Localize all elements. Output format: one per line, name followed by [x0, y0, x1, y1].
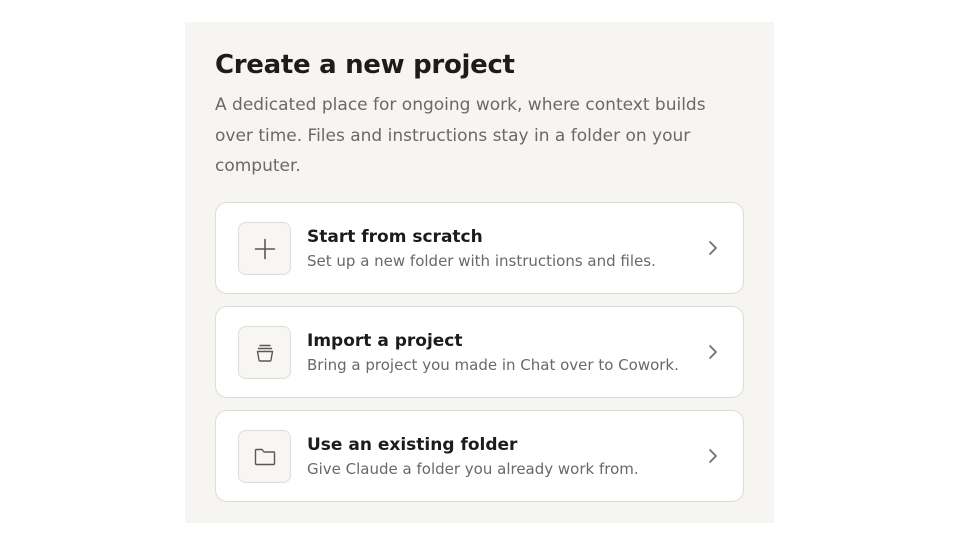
- start-from-scratch-option[interactable]: Start from scratch Set up a new folder w…: [215, 202, 744, 294]
- option-icon-container: [238, 326, 291, 379]
- dialog-title: Create a new project: [215, 50, 515, 80]
- option-title: Use an existing folder: [307, 435, 518, 455]
- option-subtitle: Bring a project you made in Chat over to…: [307, 356, 679, 374]
- option-subtitle: Give Claude a folder you already work fr…: [307, 460, 639, 478]
- use-existing-folder-option[interactable]: Use an existing folder Give Claude a fol…: [215, 410, 744, 502]
- import-stack-icon: [256, 344, 273, 362]
- option-icon-container: [238, 222, 291, 275]
- option-title: Import a project: [307, 331, 463, 351]
- plus-icon: [254, 238, 275, 259]
- chevron-right-icon: [709, 449, 717, 463]
- chevron-right-icon: [709, 241, 717, 255]
- option-subtitle: Set up a new folder with instructions an…: [307, 252, 656, 270]
- option-title: Start from scratch: [307, 227, 483, 247]
- dialog-description: A dedicated place for ongoing work, wher…: [215, 95, 706, 176]
- folder-icon: [254, 448, 275, 465]
- import-project-option[interactable]: Import a project Bring a project you mad…: [215, 306, 744, 398]
- option-icon-container: [238, 430, 291, 483]
- create-project-panel: Create a new project A dedicated place f…: [185, 22, 774, 523]
- chevron-right-icon: [709, 345, 717, 359]
